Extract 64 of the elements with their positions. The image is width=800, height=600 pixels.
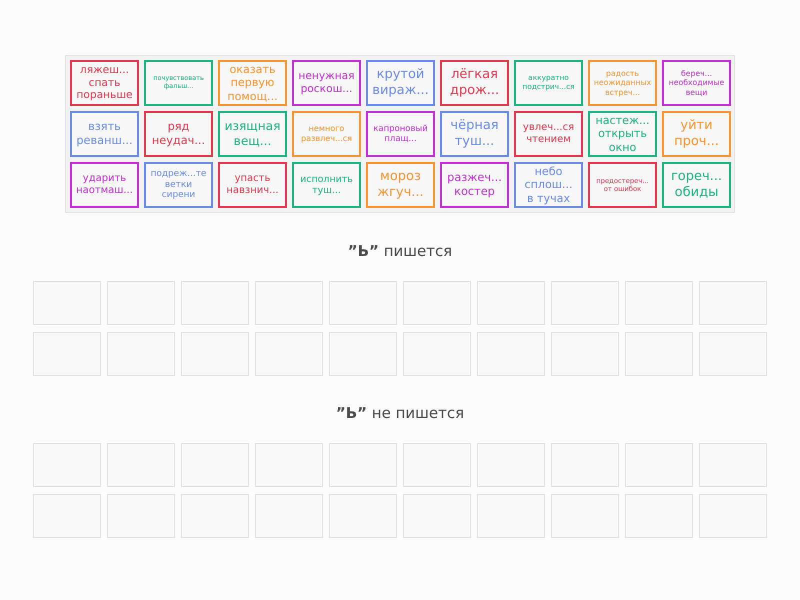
drop-slot[interactable] xyxy=(329,332,397,376)
drop-slot[interactable] xyxy=(107,443,175,487)
drop-slot[interactable] xyxy=(181,281,249,325)
drop-slot[interactable] xyxy=(625,281,693,325)
drop-slot[interactable] xyxy=(255,332,323,376)
word-card[interactable]: небо сплош... в тучах xyxy=(514,162,583,208)
word-card[interactable]: подреж...те ветки сирени xyxy=(144,162,213,208)
word-card[interactable]: гореч... обиды xyxy=(662,162,731,208)
drop-slot[interactable] xyxy=(329,281,397,325)
drop-slot[interactable] xyxy=(329,443,397,487)
word-card[interactable]: оказать первую помощ... xyxy=(218,60,287,106)
drop-slot[interactable] xyxy=(551,281,619,325)
word-card[interactable]: ненужная роскош... xyxy=(292,60,361,106)
drop-slot[interactable] xyxy=(477,494,545,538)
drop-slot[interactable] xyxy=(329,494,397,538)
drop-slot[interactable] xyxy=(403,494,471,538)
drop-slot[interactable] xyxy=(107,281,175,325)
drop-slot[interactable] xyxy=(107,494,175,538)
drop-slot[interactable] xyxy=(255,281,323,325)
drop-slot[interactable] xyxy=(33,494,101,538)
drop-slot[interactable] xyxy=(181,443,249,487)
word-card[interactable]: взять реванш... xyxy=(70,111,139,157)
drop-slot[interactable] xyxy=(477,281,545,325)
word-card[interactable]: увлеч...ся чтением xyxy=(514,111,583,157)
drop-slot[interactable] xyxy=(551,332,619,376)
word-card[interactable]: крутой вираж... xyxy=(366,60,435,106)
drop-slot[interactable] xyxy=(255,494,323,538)
drop-slot[interactable] xyxy=(625,443,693,487)
drop-slot[interactable] xyxy=(33,281,101,325)
word-card[interactable]: исполнить туш... xyxy=(292,162,361,208)
drop-slot[interactable] xyxy=(551,494,619,538)
drop-slot[interactable] xyxy=(181,494,249,538)
drop-slot[interactable] xyxy=(477,332,545,376)
drop-slot[interactable] xyxy=(255,443,323,487)
word-card[interactable]: ряд неудач... xyxy=(144,111,213,157)
drop-slot[interactable] xyxy=(181,332,249,376)
drop-slot[interactable] xyxy=(625,332,693,376)
drop-slot[interactable] xyxy=(699,494,767,538)
word-card[interactable]: капроновый плащ... xyxy=(366,111,435,157)
word-card[interactable]: чёрная туш... xyxy=(440,111,509,157)
word-card[interactable]: разжеч... костер xyxy=(440,162,509,208)
drop-slot[interactable] xyxy=(477,443,545,487)
word-card[interactable]: мороз жгуч... xyxy=(366,162,435,208)
drop-slot[interactable] xyxy=(33,332,101,376)
drop-slot[interactable] xyxy=(625,494,693,538)
word-card[interactable]: ударить наотмаш... xyxy=(70,162,139,208)
drop-slot[interactable] xyxy=(699,443,767,487)
drop-slot[interactable] xyxy=(699,281,767,325)
group-heading: ”Ь” пишется xyxy=(348,241,452,261)
word-card[interactable]: немного развлеч...ся xyxy=(292,111,361,157)
drop-slot[interactable] xyxy=(403,332,471,376)
word-card[interactable]: упасть навзнич... xyxy=(218,162,287,208)
drop-slot[interactable] xyxy=(107,332,175,376)
word-card[interactable]: изящная вещ... xyxy=(218,111,287,157)
drop-slot[interactable] xyxy=(403,443,471,487)
drop-slot[interactable] xyxy=(551,443,619,487)
word-card[interactable]: настеж... открыть окно xyxy=(588,111,657,157)
word-card[interactable]: лёгкая дрож... xyxy=(440,60,509,106)
drop-slot[interactable] xyxy=(33,443,101,487)
group-heading: ”Ь” не пишется xyxy=(336,403,464,423)
drop-slot[interactable] xyxy=(403,281,471,325)
word-card[interactable]: ляжеш... спать пораньше xyxy=(70,60,139,106)
drop-slot[interactable] xyxy=(699,332,767,376)
word-card[interactable]: уйти проч... xyxy=(662,111,731,157)
